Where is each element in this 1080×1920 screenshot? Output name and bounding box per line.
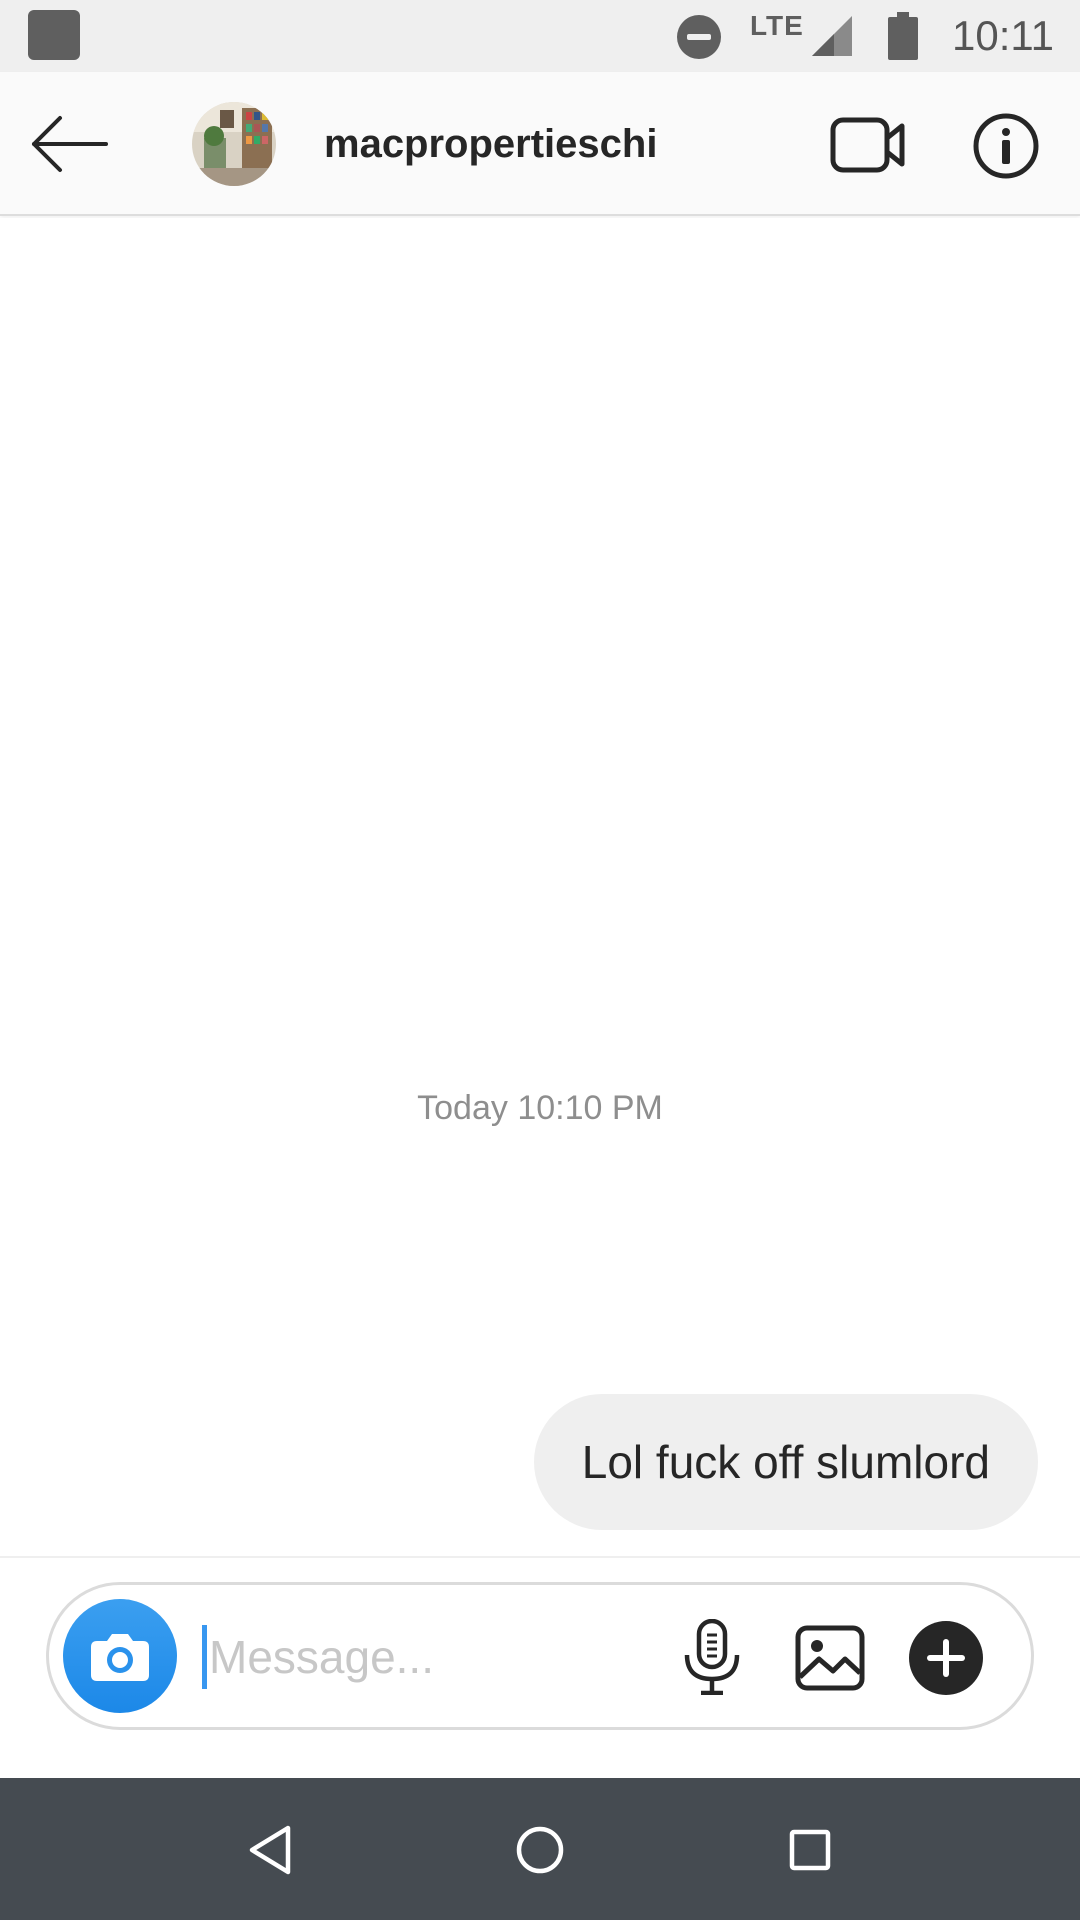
video-call-icon (830, 117, 905, 173)
more-options-button[interactable] (909, 1621, 983, 1695)
profile-photo (192, 102, 276, 186)
camera-icon (91, 1634, 149, 1681)
app-square-icon (28, 10, 80, 60)
camera-button[interactable] (63, 1599, 177, 1713)
signal-icon (812, 16, 852, 56)
voice-message-button[interactable] (679, 1618, 745, 1696)
back-triangle-icon (249, 1825, 291, 1875)
message-timestamp: Today 10:10 PM (417, 1089, 663, 1127)
chat-header: macpropertieschi (0, 72, 1080, 216)
info-icon (973, 113, 1039, 179)
message-bubble-sent[interactable]: Lol fuck off slumlord (533, 1394, 1038, 1530)
gallery-icon (795, 1625, 865, 1691)
video-call-button[interactable] (830, 112, 906, 178)
do-not-disturb-icon (677, 15, 721, 59)
gallery-button[interactable] (795, 1625, 865, 1691)
battery-icon (888, 12, 918, 60)
message-input[interactable] (205, 1615, 645, 1699)
avatar[interactable] (192, 102, 276, 186)
nav-home-button[interactable] (510, 1820, 570, 1880)
nav-back-button[interactable] (240, 1820, 300, 1880)
info-button[interactable] (972, 112, 1040, 180)
message-composer (46, 1582, 1034, 1730)
network-type-label: LTE (750, 10, 804, 41)
recents-square-icon (789, 1829, 831, 1871)
status-bar: LTE 10:11 (0, 0, 1080, 72)
plus-icon (927, 1639, 965, 1677)
home-circle-icon (516, 1826, 564, 1874)
chat-username[interactable]: macpropertieschi (324, 120, 657, 168)
message-thread[interactable]: Today 10:10 PM Lol fuck off slumlord (0, 218, 1080, 1558)
back-arrow-icon (32, 116, 108, 172)
system-nav-bar (0, 1778, 1080, 1920)
microphone-icon (684, 1618, 740, 1696)
back-button[interactable] (30, 112, 110, 176)
composer-divider (0, 1556, 1080, 1558)
status-time: 10:11 (952, 12, 1054, 59)
nav-recents-button[interactable] (780, 1820, 840, 1880)
